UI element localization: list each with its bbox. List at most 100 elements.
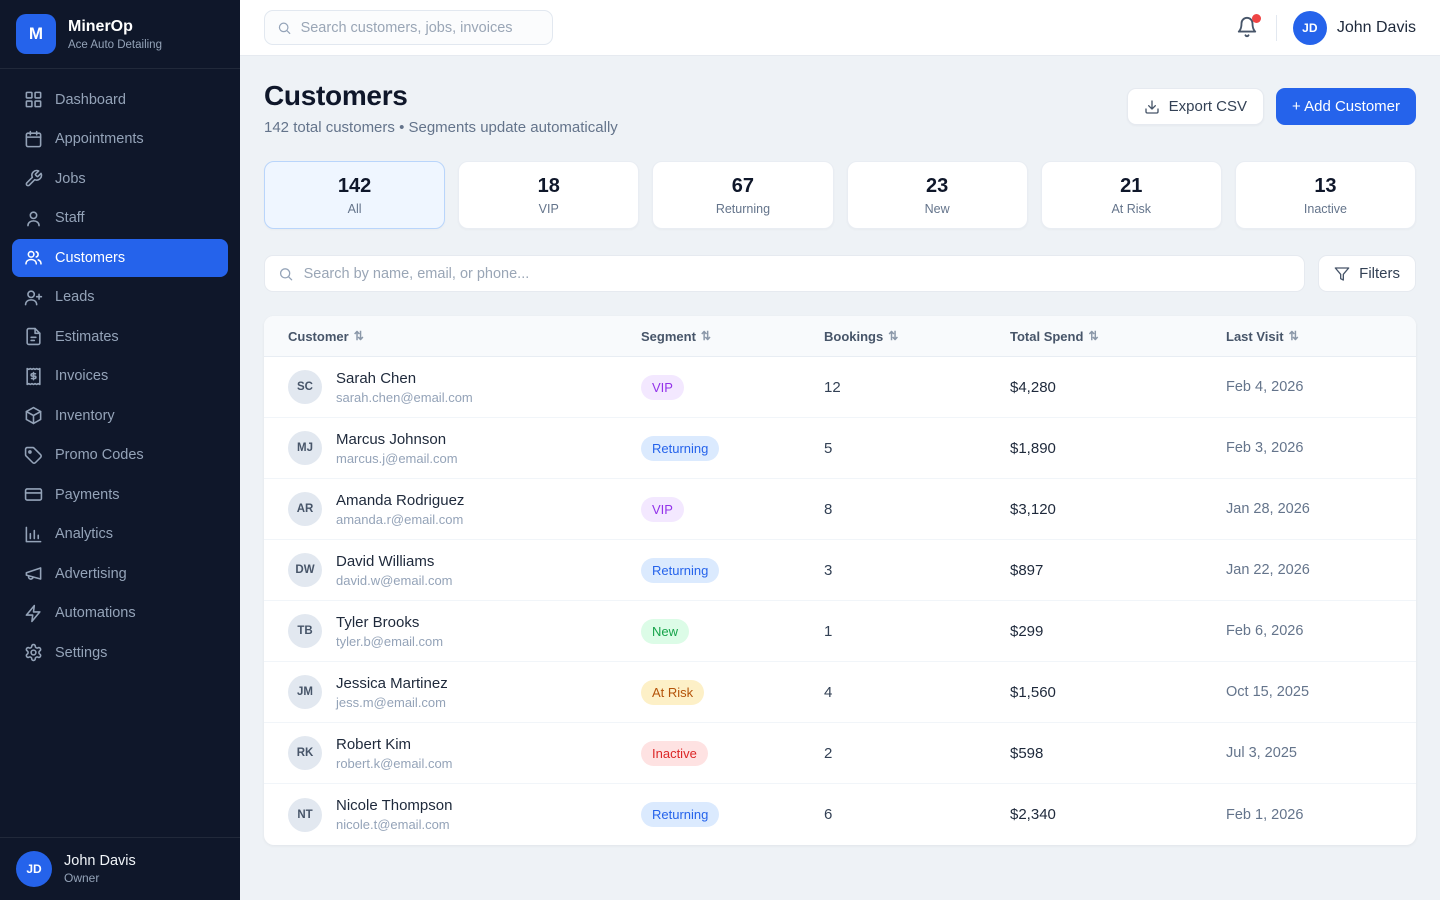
bookings-value: 12	[824, 379, 1010, 396]
table-row[interactable]: NT Nicole Thompson nicole.t@email.com Re…	[264, 784, 1416, 845]
stat-label: Inactive	[1304, 202, 1347, 216]
customer-name: Robert Kim	[336, 736, 453, 753]
avatar: JD	[1293, 11, 1327, 45]
customers-icon	[24, 248, 43, 267]
sidebar-item-label: Promo Codes	[55, 447, 144, 463]
table-row[interactable]: JM Jessica Martinez jess.m@email.com At …	[264, 662, 1416, 723]
customer-search[interactable]	[264, 255, 1305, 292]
topbar: JD John Davis	[240, 0, 1440, 56]
global-search[interactable]	[264, 10, 553, 45]
invoices-icon	[24, 367, 43, 386]
sort-icon: ⇅	[354, 329, 364, 343]
avatar: DW	[288, 553, 322, 587]
total-spend-value: $3,120	[1010, 501, 1226, 518]
sidebar-item-jobs[interactable]: Jobs	[12, 160, 228, 198]
segment-badge: VIP	[641, 375, 684, 400]
avatar: NT	[288, 798, 322, 832]
content: Customers 142 total customers • Segments…	[240, 56, 1440, 900]
stat-label: Returning	[716, 202, 770, 216]
column-header-bookings[interactable]: Bookings ⇅	[824, 329, 1010, 344]
stat-card-at-risk[interactable]: 21 At Risk	[1041, 161, 1222, 229]
topbar-user[interactable]: JD John Davis	[1293, 11, 1416, 45]
column-header-segment[interactable]: Segment ⇅	[641, 329, 824, 344]
sidebar-item-label: Staff	[55, 210, 85, 226]
column-label: Customer	[288, 329, 349, 344]
filter-icon	[1334, 266, 1350, 282]
avatar: TB	[288, 614, 322, 648]
customer-name: Nicole Thompson	[336, 797, 452, 814]
analytics-icon	[24, 525, 43, 544]
sidebar-item-appointments[interactable]: Appointments	[12, 121, 228, 159]
segment-badge: Returning	[641, 436, 719, 461]
add-customer-button[interactable]: + Add Customer	[1276, 88, 1416, 125]
brand-logo: M	[16, 14, 56, 54]
inventory-icon	[24, 406, 43, 425]
customer-email: marcus.j@email.com	[336, 451, 458, 466]
sidebar-item-invoices[interactable]: Invoices	[12, 358, 228, 396]
global-search-input[interactable]	[301, 20, 540, 36]
stat-card-returning[interactable]: 67 Returning	[652, 161, 833, 229]
avatar: JD	[16, 851, 52, 887]
last-visit-value: Jul 3, 2025	[1226, 745, 1392, 761]
total-spend-value: $299	[1010, 623, 1226, 640]
table-row[interactable]: DW David Williams david.w@email.com Retu…	[264, 540, 1416, 601]
customer-email: tyler.b@email.com	[336, 634, 443, 649]
last-visit-value: Feb 4, 2026	[1226, 379, 1392, 395]
stat-card-all[interactable]: 142 All	[264, 161, 445, 229]
sidebar-item-customers[interactable]: Customers	[12, 239, 228, 277]
sort-icon: ⇅	[701, 329, 711, 343]
sidebar-item-leads[interactable]: Leads	[12, 279, 228, 317]
topbar-divider	[1276, 15, 1277, 41]
sidebar-item-advertising[interactable]: Advertising	[12, 555, 228, 593]
bookings-value: 2	[824, 745, 1010, 762]
column-header-total-spend[interactable]: Total Spend ⇅	[1010, 329, 1226, 344]
stat-label: All	[348, 202, 362, 216]
total-spend-value: $4,280	[1010, 379, 1226, 396]
sidebar-item-label: Estimates	[55, 329, 119, 345]
page-subtitle: 142 total customers • Segments update au…	[264, 119, 618, 136]
stat-value: 142	[338, 175, 371, 198]
sidebar-item-automations[interactable]: Automations	[12, 595, 228, 633]
table-row[interactable]: MJ Marcus Johnson marcus.j@email.com Ret…	[264, 418, 1416, 479]
stat-card-new[interactable]: 23 New	[847, 161, 1028, 229]
table-row[interactable]: RK Robert Kim robert.k@email.com Inactiv…	[264, 723, 1416, 784]
sidebar-item-payments[interactable]: Payments	[12, 476, 228, 514]
total-spend-value: $598	[1010, 745, 1226, 762]
stat-card-inactive[interactable]: 13 Inactive	[1235, 161, 1416, 229]
filters-button[interactable]: Filters	[1318, 255, 1416, 292]
stat-card-vip[interactable]: 18 VIP	[458, 161, 639, 229]
sidebar-item-promo-codes[interactable]: Promo Codes	[12, 437, 228, 475]
customer-search-input[interactable]	[304, 266, 1292, 282]
column-header-customer[interactable]: Customer ⇅	[288, 329, 641, 344]
total-spend-value: $1,560	[1010, 684, 1226, 701]
notifications-button[interactable]	[1236, 16, 1260, 40]
sidebar-item-staff[interactable]: Staff	[12, 200, 228, 238]
sidebar-item-analytics[interactable]: Analytics	[12, 516, 228, 554]
jobs-icon	[24, 169, 43, 188]
topbar-username: John Davis	[1337, 19, 1416, 37]
export-csv-label: Export CSV	[1169, 98, 1247, 115]
sidebar-item-inventory[interactable]: Inventory	[12, 397, 228, 435]
sidebar-item-label: Automations	[55, 605, 136, 621]
export-csv-button[interactable]: Export CSV	[1127, 88, 1264, 125]
stat-value: 13	[1314, 175, 1336, 198]
sidebar-item-estimates[interactable]: Estimates	[12, 318, 228, 356]
sidebar-item-label: Dashboard	[55, 92, 126, 108]
filters-label: Filters	[1359, 265, 1400, 282]
dashboard-icon	[24, 90, 43, 109]
column-header-last-visit[interactable]: Last Visit ⇅	[1226, 329, 1392, 344]
sidebar-item-label: Jobs	[55, 171, 86, 187]
table-row[interactable]: TB Tyler Brooks tyler.b@email.com New 1 …	[264, 601, 1416, 662]
customer-email: sarah.chen@email.com	[336, 390, 473, 405]
notification-dot	[1252, 14, 1261, 23]
avatar: AR	[288, 492, 322, 526]
sidebar-user[interactable]: JD John Davis Owner	[0, 837, 240, 900]
table-row[interactable]: AR Amanda Rodriguez amanda.r@email.com V…	[264, 479, 1416, 540]
customer-email: robert.k@email.com	[336, 756, 453, 771]
segment-badge: VIP	[641, 497, 684, 522]
sidebar-item-dashboard[interactable]: Dashboard	[12, 81, 228, 119]
customer-email: jess.m@email.com	[336, 695, 448, 710]
bookings-value: 3	[824, 562, 1010, 579]
sidebar-item-settings[interactable]: Settings	[12, 634, 228, 672]
table-row[interactable]: SC Sarah Chen sarah.chen@email.com VIP 1…	[264, 357, 1416, 418]
